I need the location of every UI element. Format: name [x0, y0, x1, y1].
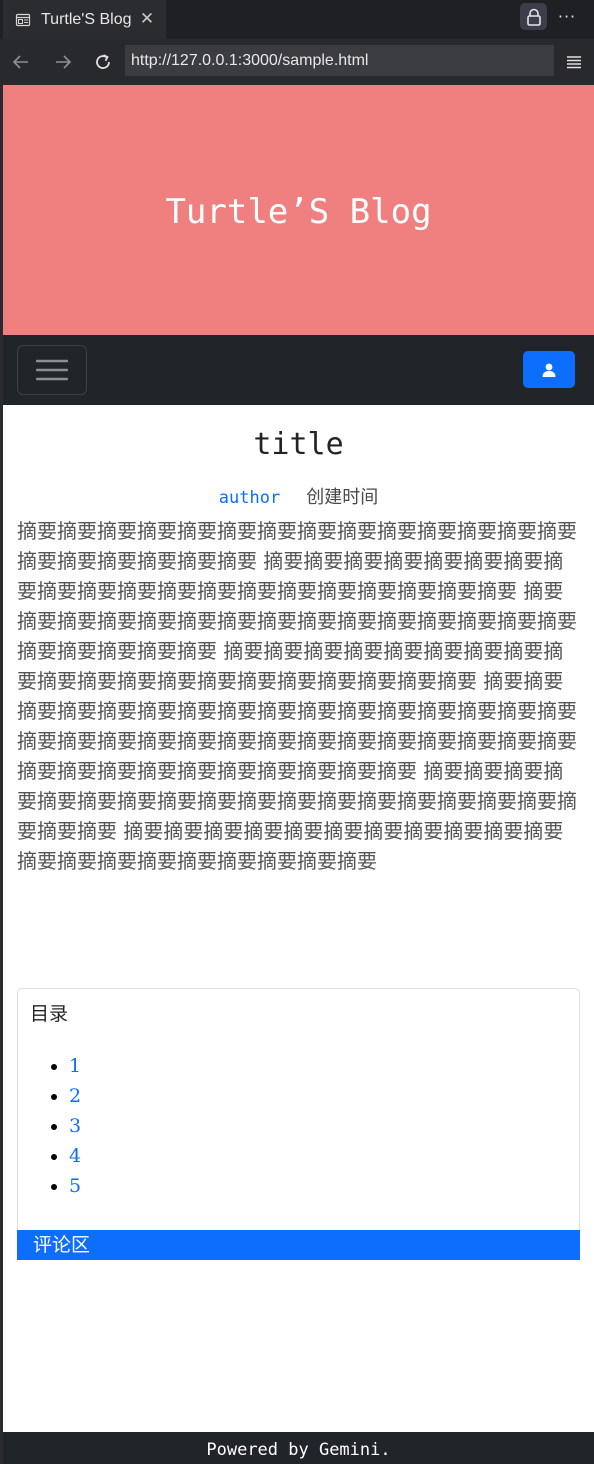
browser-menu-button[interactable]	[562, 50, 586, 74]
hero-banner: Turtle’S Blog	[3, 85, 594, 335]
toc-item: 5	[30, 1171, 81, 1201]
browser-window: Turtle'S Blog ✕ ··· http://127.0.0.1:300…	[0, 0, 594, 1464]
toc-link-5[interactable]: 5	[69, 1175, 81, 1197]
tab-strip: Turtle'S Blog ✕ ···	[0, 0, 594, 39]
url-input[interactable]: http://127.0.0.1:3000/sample.html	[125, 45, 554, 76]
navbar-toggler-button[interactable]	[17, 345, 87, 395]
table-of-contents: 目录 1 2 3 4 5	[17, 988, 580, 1230]
tab-title: Turtle'S Blog	[41, 10, 132, 28]
user-icon	[542, 363, 556, 377]
lock-icon	[526, 8, 541, 26]
page-icon	[15, 12, 31, 28]
browser-tab[interactable]: Turtle'S Blog ✕	[3, 0, 166, 39]
user-button[interactable]	[523, 351, 575, 388]
toc-link-1[interactable]: 1	[69, 1055, 81, 1077]
article-meta: author 创建时间	[3, 485, 594, 511]
lock-button[interactable]	[520, 3, 547, 30]
address-bar: http://127.0.0.1:3000/sample.html	[0, 39, 594, 85]
article-title: title	[253, 427, 344, 462]
author-link[interactable]: author	[219, 488, 280, 508]
toc-link-4[interactable]: 4	[69, 1145, 81, 1167]
toc-link-2[interactable]: 2	[69, 1085, 81, 1107]
close-icon[interactable]: ✕	[137, 9, 157, 29]
article-summary: 摘要摘要摘要摘要摘要摘要摘要摘要摘要摘要摘要摘要摘要摘要摘要摘要摘要摘要摘要摘要…	[17, 519, 577, 873]
toc-item: 1	[30, 1051, 81, 1081]
reload-button[interactable]	[90, 49, 116, 75]
footer: Powered by Gemini.	[3, 1432, 594, 1464]
hamburger-icon	[36, 359, 68, 381]
toc-item: 4	[30, 1141, 81, 1171]
toc-title: 目录	[30, 1003, 69, 1025]
site-title: Turtle’S Blog	[165, 192, 432, 232]
forward-button[interactable]	[50, 49, 76, 75]
arrow-right-icon	[56, 55, 72, 69]
created-time-label: 创建时间	[306, 487, 379, 508]
toc-list: 1 2 3 4 5	[30, 1051, 81, 1201]
toc-item: 3	[30, 1111, 81, 1141]
arrow-left-icon	[12, 55, 28, 69]
page-viewport: Turtle’S Blog title author 创建时间 摘要摘要摘要摘要…	[3, 85, 594, 1464]
comments-header: 评论区	[17, 1230, 580, 1260]
reload-icon	[96, 54, 110, 69]
menu-icon	[567, 56, 581, 69]
toc-link-3[interactable]: 3	[69, 1115, 81, 1137]
toc-item: 2	[30, 1081, 81, 1111]
more-options-button[interactable]: ···	[554, 3, 580, 30]
navbar	[3, 335, 594, 405]
back-button[interactable]	[8, 49, 34, 75]
